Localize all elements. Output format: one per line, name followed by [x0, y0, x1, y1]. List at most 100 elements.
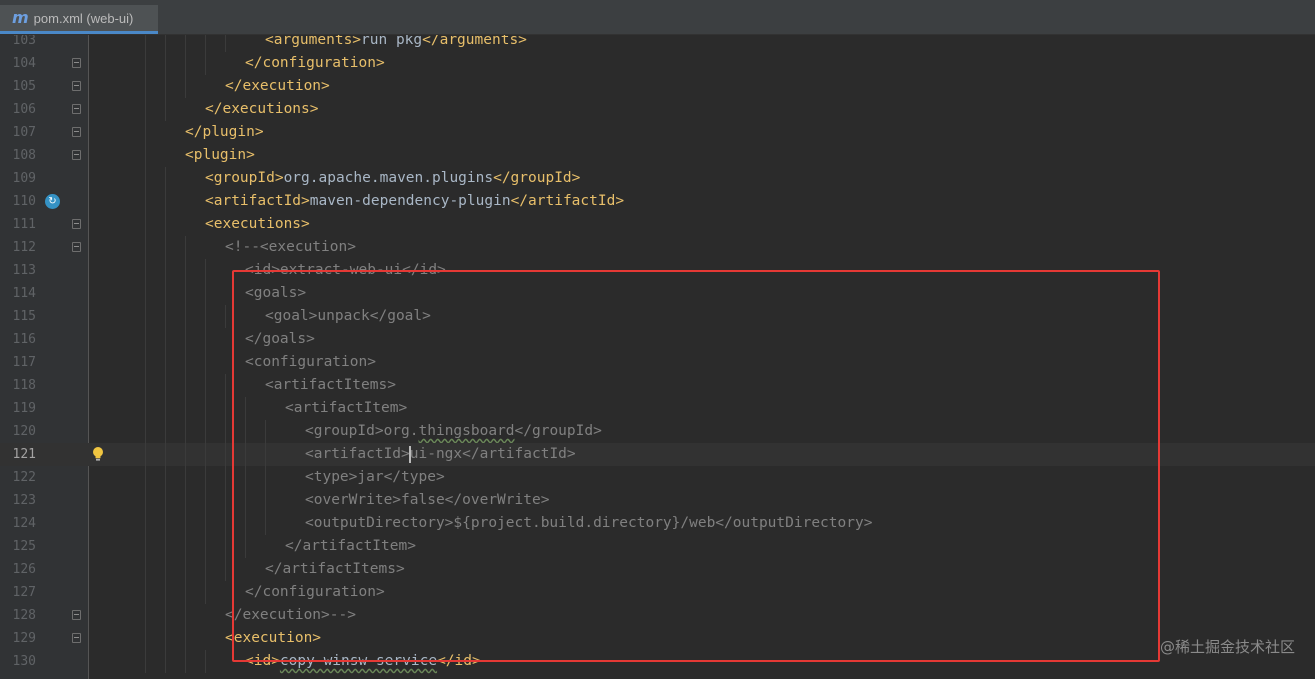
- fold-toggle-icon[interactable]: [72, 127, 81, 137]
- line-number: 114: [12, 286, 36, 301]
- indent-guide: [265, 489, 266, 512]
- code-token: <artifactItems>: [265, 377, 396, 393]
- code-token: </groupId>: [493, 170, 581, 186]
- code-line[interactable]: 121 <artifactId>ui-ngx</artifactId>: [0, 443, 1315, 466]
- code-line[interactable]: 113 <id>extract-web-ui</id>: [0, 259, 1315, 282]
- code-token: <outputDirectory>${project.build.directo…: [305, 515, 873, 531]
- code-line[interactable]: 128 </execution>-->: [0, 604, 1315, 627]
- indent-guide: [205, 443, 206, 466]
- indent-guide: [205, 558, 206, 581]
- indent-guide: [145, 213, 146, 236]
- code-line[interactable]: 106 </executions>: [0, 98, 1315, 121]
- code-line[interactable]: 119 <artifactItem>: [0, 397, 1315, 420]
- code-token: <arguments>: [265, 35, 362, 48]
- code-text: </artifactItem>: [285, 535, 416, 558]
- fold-toggle-icon[interactable]: [72, 242, 81, 252]
- indent-guide: [205, 351, 206, 374]
- code-line[interactable]: 110 ↻ <artifactId>maven-dependency-plugin<…: [0, 190, 1315, 213]
- code-line[interactable]: 111 <executions>: [0, 213, 1315, 236]
- indent-guide: [205, 650, 206, 673]
- indent-guide: [145, 558, 146, 581]
- code-editor[interactable]: 103 <arguments>run pkg</arguments> 104 </co…: [0, 35, 1315, 679]
- indent-guide: [205, 420, 206, 443]
- code-token: <artifactId>: [205, 193, 310, 209]
- line-number: 121: [12, 447, 36, 462]
- line-number: 124: [12, 516, 36, 531]
- code-text: </artifactItems>: [265, 558, 405, 581]
- code-line[interactable]: 103 <arguments>run pkg</arguments>: [0, 35, 1315, 52]
- indent-guide: [145, 397, 146, 420]
- code-line[interactable]: 109 <groupId>org.apache.maven.plugins</gr…: [0, 167, 1315, 190]
- line-number: 127: [12, 585, 36, 600]
- indent-guide: [185, 328, 186, 351]
- code-line[interactable]: 118 <artifactItems>: [0, 374, 1315, 397]
- indent-guide: [185, 236, 186, 259]
- indent-guide: [205, 305, 206, 328]
- code-token: </executions>: [205, 101, 319, 117]
- line-number: 117: [12, 355, 36, 370]
- indent-guide: [145, 167, 146, 190]
- code-line[interactable]: 104 </configuration>: [0, 52, 1315, 75]
- indent-guide: [245, 443, 246, 466]
- line-number: 118: [12, 378, 36, 393]
- code-token: <id>: [245, 653, 280, 669]
- line-number: 106: [12, 102, 36, 117]
- indent-guide: [185, 650, 186, 673]
- code-line[interactable]: 114 <goals>: [0, 282, 1315, 305]
- code-line[interactable]: 123 <overWrite>false</overWrite>: [0, 489, 1315, 512]
- code-line[interactable]: 122 <type>jar</type>: [0, 466, 1315, 489]
- fold-toggle-icon[interactable]: [72, 81, 81, 91]
- indent-guide: [205, 581, 206, 604]
- code-text: </executions>: [205, 98, 319, 121]
- indent-guide: [145, 351, 146, 374]
- fold-toggle-icon[interactable]: [72, 610, 81, 620]
- code-token: ui-ngx</artifactId>: [409, 446, 576, 462]
- code-text: <!--<execution>: [225, 236, 356, 259]
- code-text: <id>extract-web-ui</id>: [245, 259, 446, 282]
- indent-guide: [165, 236, 166, 259]
- fold-toggle-icon[interactable]: [72, 219, 81, 229]
- code-token: </goals>: [245, 331, 315, 347]
- code-line[interactable]: 117 <configuration>: [0, 351, 1315, 374]
- line-number: 130: [12, 654, 36, 669]
- indent-guide: [245, 466, 246, 489]
- code-line[interactable]: 107 </plugin>: [0, 121, 1315, 144]
- code-line[interactable]: 130 <id>copy-winsw-service</id>: [0, 650, 1315, 673]
- code-line[interactable]: 116 </goals>: [0, 328, 1315, 351]
- code-line[interactable]: 105 </execution>: [0, 75, 1315, 98]
- code-text: <type>jar</type>: [305, 466, 445, 489]
- code-line[interactable]: 108 <plugin>: [0, 144, 1315, 167]
- code-token: </groupId>: [514, 423, 602, 439]
- code-text: <arguments>run pkg</arguments>: [265, 35, 527, 52]
- code-token: <goal>unpack</goal>: [265, 308, 431, 324]
- code-line[interactable]: 129 <execution>: [0, 627, 1315, 650]
- code-line[interactable]: 126 </artifactItems>: [0, 558, 1315, 581]
- indent-guide: [265, 443, 266, 466]
- fold-toggle-icon[interactable]: [72, 150, 81, 160]
- fold-toggle-icon[interactable]: [72, 104, 81, 114]
- lightbulb-icon[interactable]: [92, 446, 104, 462]
- code-token: <executions>: [205, 216, 310, 232]
- indent-guide: [185, 627, 186, 650]
- line-number: 129: [12, 631, 36, 646]
- code-line[interactable]: 127 </configuration>: [0, 581, 1315, 604]
- fold-toggle-icon[interactable]: [72, 58, 81, 68]
- code-token: <!--<execution>: [225, 239, 356, 255]
- indent-guide: [145, 190, 146, 213]
- code-line[interactable]: 124 <outputDirectory>${project.build.dire…: [0, 512, 1315, 535]
- code-token: <type>jar</type>: [305, 469, 445, 485]
- fold-toggle-icon[interactable]: [72, 633, 81, 643]
- indent-guide: [165, 35, 166, 52]
- indent-guide: [185, 466, 186, 489]
- code-text: </goals>: [245, 328, 315, 351]
- code-line[interactable]: 115 <goal>unpack</goal>: [0, 305, 1315, 328]
- tab-pom-xml[interactable]: m pom.xml (web-ui): [0, 5, 158, 34]
- code-text: <execution>: [225, 627, 321, 650]
- code-line[interactable]: 125 </artifactItem>: [0, 535, 1315, 558]
- override-marker-icon[interactable]: ↻: [45, 194, 60, 209]
- code-line[interactable]: 112 <!--<execution>: [0, 236, 1315, 259]
- code-line[interactable]: 120 <groupId>org.thingsboard</groupId>: [0, 420, 1315, 443]
- code-text: </configuration>: [245, 52, 385, 75]
- indent-guide: [185, 282, 186, 305]
- indent-guide: [165, 512, 166, 535]
